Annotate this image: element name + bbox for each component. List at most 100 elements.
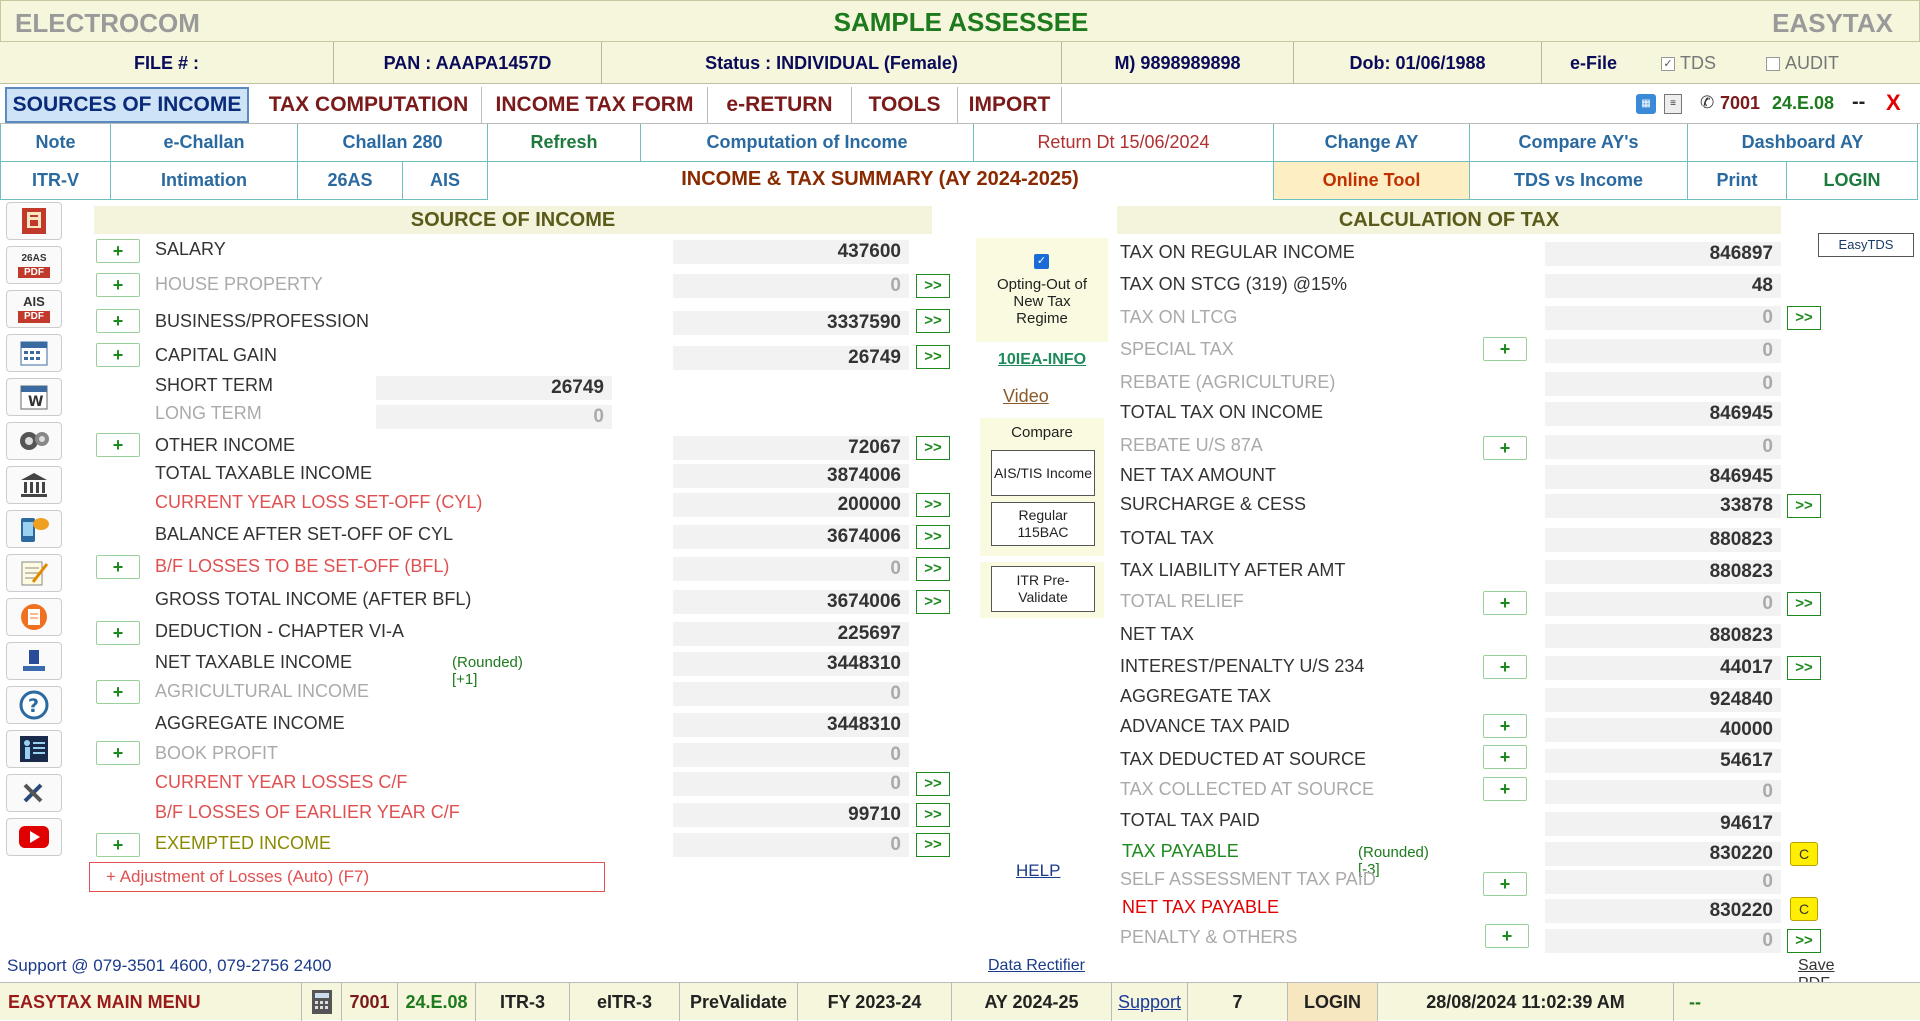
add-advance-tax-button[interactable]: +	[1483, 714, 1527, 738]
cyl-value[interactable]: 200000	[673, 493, 909, 517]
audit-checkbox[interactable]: AUDIT	[1766, 53, 1839, 74]
total-tax-paid-value[interactable]: 94617	[1545, 812, 1781, 836]
status-eitr[interactable]: eITR-3	[570, 983, 680, 1021]
clipboard-icon[interactable]	[6, 598, 62, 636]
gross-total-detail-button[interactable]: >>	[916, 590, 950, 614]
rebate-agriculture-value[interactable]: 0	[1545, 372, 1781, 396]
net-taxable-income-value[interactable]: 3448310	[673, 652, 909, 676]
compare-ays-button[interactable]: Compare AY's	[1469, 124, 1688, 162]
add-book-profit-button[interactable]: +	[96, 741, 140, 765]
penalty-others-detail-button[interactable]: >>	[1787, 929, 1821, 953]
tab-e-return[interactable]: e-RETURN	[708, 87, 852, 123]
salary-value[interactable]: 437600	[673, 240, 909, 264]
balance-after-cyl-value[interactable]: 3674006	[673, 525, 909, 549]
tax-regular-income-value[interactable]: 846897	[1545, 242, 1781, 266]
book-profit-value[interactable]: 0	[673, 743, 909, 767]
add-business-button[interactable]: +	[96, 309, 140, 333]
return-date-button[interactable]: Return Dt 15/06/2024	[973, 124, 1274, 162]
challan-280-button[interactable]: Challan 280	[297, 124, 488, 162]
interest-penalty-detail-button[interactable]: >>	[1787, 656, 1821, 680]
notes-icon[interactable]: ≡	[1664, 94, 1682, 114]
add-special-tax-button[interactable]: +	[1483, 337, 1527, 361]
add-bfl-button[interactable]: +	[96, 555, 140, 579]
interest-penalty-value[interactable]: 44017	[1545, 656, 1781, 680]
tds-value[interactable]: 54617	[1545, 749, 1781, 773]
bf-losses-cf-value[interactable]: 99710	[673, 803, 909, 827]
status-prevalidate[interactable]: PreValidate	[680, 983, 798, 1021]
gross-total-income-value[interactable]: 3674006	[673, 590, 909, 614]
company-info-icon[interactable]	[6, 642, 62, 680]
close-button[interactable]: X	[1886, 90, 1901, 116]
26as-pdf-icon[interactable]: 26AS PDF	[6, 246, 62, 284]
add-penalty-others-button[interactable]: +	[1485, 924, 1529, 948]
form-icon[interactable]	[6, 202, 62, 240]
easytds-button[interactable]: EasyTDS	[1818, 233, 1914, 257]
other-income-detail-button[interactable]: >>	[916, 436, 950, 460]
house-property-value[interactable]: 0	[673, 274, 909, 298]
data-rectifier-link[interactable]: Data Rectifier	[988, 957, 1085, 975]
net-tax-value[interactable]: 880823	[1545, 624, 1781, 648]
adjustment-of-losses-button[interactable]: + Adjustment of Losses (Auto) (F7)	[89, 862, 605, 892]
total-relief-value[interactable]: 0	[1545, 592, 1781, 616]
calc-app-icon[interactable]: ▦	[1636, 94, 1656, 114]
tab-sources-of-income[interactable]: SOURCES OF INCOME	[5, 87, 249, 123]
deduction-value[interactable]: 225697	[673, 622, 909, 646]
add-exempted-income-button[interactable]: +	[96, 833, 140, 857]
business-detail-button[interactable]: >>	[916, 309, 950, 333]
status-support-link[interactable]: Support	[1112, 983, 1188, 1021]
add-self-assessment-button[interactable]: +	[1483, 872, 1527, 896]
tax-stcg-value[interactable]: 48	[1545, 274, 1781, 298]
cyl-detail-button[interactable]: >>	[916, 493, 950, 517]
youtube-icon[interactable]	[6, 818, 62, 856]
tcs-value[interactable]: 0	[1545, 780, 1781, 804]
bfl-detail-button[interactable]: >>	[916, 557, 950, 581]
print-button[interactable]: Print	[1687, 162, 1787, 200]
tds-checkbox[interactable]: ✓ TDS	[1661, 53, 1716, 74]
refresh-button[interactable]: Refresh	[487, 124, 641, 162]
bf-losses-cf-detail-button[interactable]: >>	[916, 803, 950, 827]
gears-icon[interactable]	[6, 422, 62, 460]
capital-gain-detail-button[interactable]: >>	[916, 345, 950, 369]
ais-pdf-icon[interactable]: AIS PDF	[6, 290, 62, 328]
10iea-info-link[interactable]: 10IEA-INFO	[998, 351, 1086, 369]
ais-button[interactable]: AIS	[402, 162, 488, 200]
exempted-income-value[interactable]: 0	[673, 833, 909, 857]
tools-icon[interactable]	[6, 774, 62, 812]
intimation-button[interactable]: Intimation	[110, 162, 298, 200]
exempted-detail-button[interactable]: >>	[916, 833, 950, 857]
add-rebate-87a-button[interactable]: +	[1483, 436, 1527, 460]
dashboard-ay-button[interactable]: Dashboard AY	[1687, 124, 1918, 162]
advance-tax-value[interactable]: 40000	[1545, 718, 1781, 742]
bank-icon[interactable]	[6, 466, 62, 504]
add-house-property-button[interactable]: +	[96, 273, 140, 297]
net-tax-amount-value[interactable]: 846945	[1545, 465, 1781, 489]
capital-gain-value[interactable]: 26749	[673, 346, 909, 370]
status-itr[interactable]: ITR-3	[476, 983, 570, 1021]
surcharge-detail-button[interactable]: >>	[1787, 494, 1821, 518]
business-value[interactable]: 3337590	[673, 311, 909, 335]
aggregate-income-value[interactable]: 3448310	[673, 713, 909, 737]
total-tax-on-income-value[interactable]: 846945	[1545, 402, 1781, 426]
net-tax-payable-value[interactable]: 830220	[1545, 899, 1781, 923]
change-ay-button[interactable]: Change AY	[1273, 124, 1470, 162]
e-challan-button[interactable]: e-Challan	[110, 124, 298, 162]
self-assessment-value[interactable]: 0	[1545, 870, 1781, 894]
tab-import[interactable]: IMPORT	[958, 87, 1062, 123]
online-tool-button[interactable]: Online Tool	[1273, 162, 1470, 200]
ais-tis-income-button[interactable]: AIS/TIS Income	[991, 450, 1095, 496]
total-taxable-income-value[interactable]: 3874006	[673, 464, 909, 488]
26as-button[interactable]: 26AS	[297, 162, 403, 200]
tax-ltcg-value[interactable]: 0	[1545, 306, 1781, 330]
surcharge-cess-value[interactable]: 33878	[1545, 494, 1781, 518]
tax-liability-amt-value[interactable]: 880823	[1545, 560, 1781, 584]
note-button[interactable]: Note	[0, 124, 111, 162]
tab-tax-computation[interactable]: TAX COMPUTATION	[256, 87, 482, 123]
special-tax-value[interactable]: 0	[1545, 339, 1781, 363]
add-interest-penalty-button[interactable]: +	[1483, 655, 1527, 679]
tax-ltcg-detail-button[interactable]: >>	[1787, 306, 1821, 330]
add-capital-gain-button[interactable]: +	[96, 343, 140, 367]
add-tds-button[interactable]: +	[1483, 745, 1527, 769]
penalty-others-value[interactable]: 0	[1545, 929, 1781, 953]
aggregate-tax-value[interactable]: 924840	[1545, 688, 1781, 712]
calendar2-icon[interactable]: W	[6, 378, 62, 416]
